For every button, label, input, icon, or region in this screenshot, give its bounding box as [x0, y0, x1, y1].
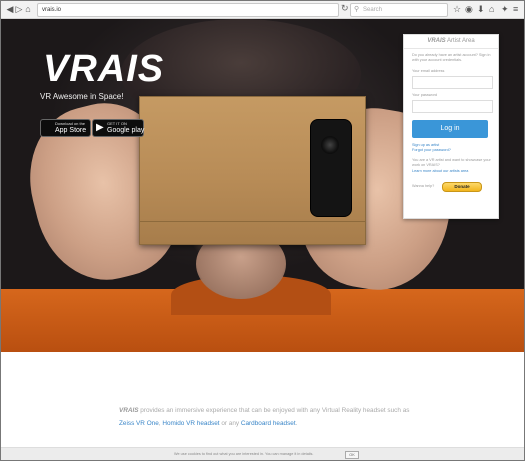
app-store-big-text: App Store [55, 127, 87, 134]
intro-sep-2: or any [219, 420, 241, 427]
divider [404, 48, 498, 49]
menu-icon[interactable]: ≡ [513, 4, 518, 14]
app-store-button[interactable]: Download on the App Store [40, 119, 91, 137]
tagline: VR Awesome in Space! [40, 92, 124, 101]
search-placeholder: Search [363, 7, 383, 13]
learn-more-link[interactable]: Learn more about our artists area [412, 169, 494, 174]
intro-section [1, 352, 524, 444]
email-label: Your email address [412, 69, 445, 73]
download-icon[interactable]: ⬇ [477, 4, 485, 14]
signup-link[interactable]: Sign up as artist [412, 143, 494, 148]
browser-toolbar: ◀ ▷ ⌂ vrais.io ↻ ⚲ Search ☆ ◉ ⬇ ⌂ ✦ ≡ [1, 1, 524, 19]
panel-title-text: Artist Area [447, 38, 475, 44]
intro-description: VRAIS provides an immersive experience t… [119, 404, 419, 430]
browser-search-input[interactable]: ⚲ Search [350, 3, 448, 17]
url-text: vrais.io [42, 7, 62, 13]
panel-title-brand: VRAIS [427, 38, 446, 44]
extension-icon[interactable]: ✦ [501, 4, 509, 14]
password-field[interactable] [412, 100, 493, 113]
forgot-password-link[interactable]: Forgot your password? [412, 148, 494, 153]
donate-prompt: Wanna help? [412, 184, 435, 188]
cookie-text: We use cookies to find out what you are … [174, 452, 314, 456]
browser-window: ◀ ▷ ⌂ vrais.io ↻ ⚲ Search ☆ ◉ ⬇ ⌂ ✦ ≡ VR… [0, 0, 525, 461]
google-play-icon: ▶ [96, 122, 104, 133]
intro-brand: VRAIS [119, 407, 139, 414]
panel-intro: Do you already have an artist account? S… [412, 53, 491, 62]
donate-button[interactable]: Donate [442, 182, 482, 192]
phone-camera-image [310, 119, 352, 217]
bookmark-star-icon[interactable]: ☆ [453, 4, 461, 14]
intro-text-1: provides an immersive experience that ca… [138, 407, 410, 414]
homido-link[interactable]: Homido VR headset [162, 420, 219, 427]
cardboard-crease [140, 221, 365, 222]
password-label: Your password [412, 93, 437, 97]
zeiss-link[interactable]: Zeiss VR One [119, 420, 159, 427]
artist-note: You are a VR artist and want to showcase… [412, 158, 491, 167]
shield-icon[interactable]: ◉ [465, 4, 473, 14]
google-play-button[interactable]: ▶ GET IT ON Google play [92, 119, 144, 137]
google-play-big-text: Google play [107, 127, 145, 134]
cardboard-link[interactable]: Cardboard headset [241, 420, 296, 427]
login-button[interactable]: Log in [412, 120, 488, 138]
cookie-ok-button[interactable]: OK [345, 451, 359, 459]
panel-title: VRAIS Artist Area [404, 38, 498, 44]
search-icon: ⚲ [354, 6, 360, 13]
donate-row: Wanna help? Donate [412, 181, 494, 192]
cardboard-headset-image [139, 96, 366, 245]
artist-login-panel: VRAIS Artist Area Do you already have an… [403, 34, 499, 219]
brand-logo: VRAIS [43, 48, 165, 90]
url-bar[interactable]: vrais.io [37, 3, 339, 17]
home-icon[interactable]: ⌂ [23, 4, 33, 14]
home-button-icon[interactable]: ⌂ [489, 4, 494, 14]
cookie-banner: We use cookies to find out what you are … [1, 447, 524, 460]
camera-lens-image [321, 136, 339, 154]
intro-end: . [295, 420, 298, 427]
reload-icon[interactable]: ↻ [341, 3, 349, 14]
email-field[interactable] [412, 76, 493, 89]
